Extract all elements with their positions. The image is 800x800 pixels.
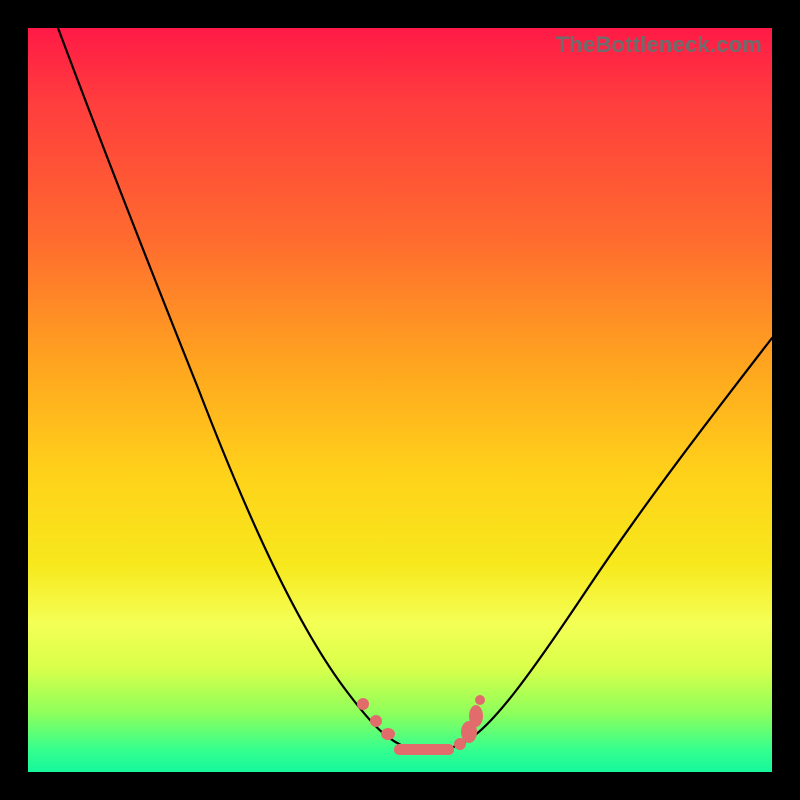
chart-frame: TheBottleneck.com	[0, 0, 800, 800]
bottleneck-curve	[58, 28, 772, 751]
marker-cluster	[357, 695, 485, 755]
plot-area: TheBottleneck.com	[28, 28, 772, 772]
curve-layer	[28, 28, 772, 772]
